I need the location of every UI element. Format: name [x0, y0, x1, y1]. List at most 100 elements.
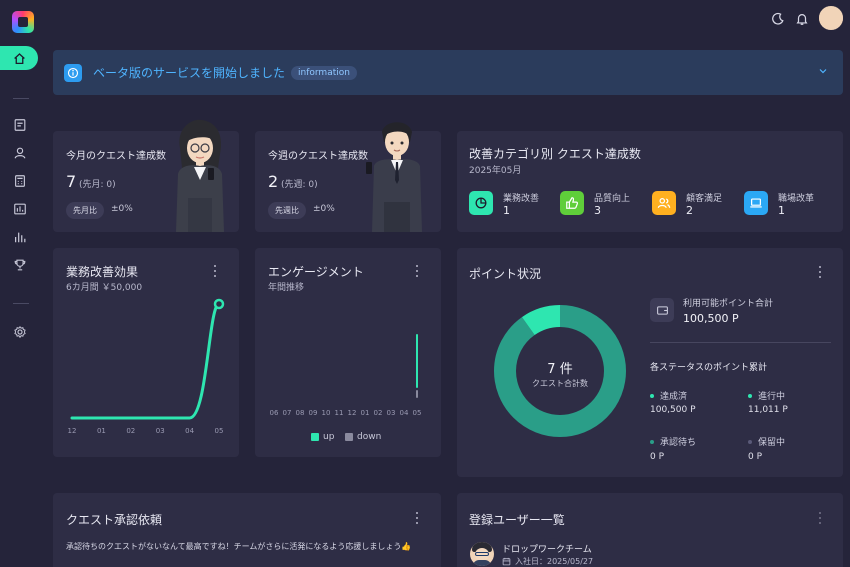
notification-button[interactable] [793, 10, 811, 28]
nav-home[interactable] [0, 46, 38, 70]
laptop-icon [744, 191, 768, 215]
effect-line-chart: 12 01 02 03 04 05 [68, 298, 225, 435]
category-label: 顧客満足 [686, 194, 723, 204]
app-logo[interactable] [12, 11, 34, 33]
legend-up[interactable]: up [311, 432, 334, 442]
nav-divider [13, 98, 29, 99]
card-title: 登録ユーザー一覧 [469, 513, 565, 527]
nav-calculator[interactable] [12, 173, 28, 189]
effect-card: 業務改善効果 6カ月間 ￥50,000 12 01 02 03 04 05 [53, 248, 239, 457]
gear-icon [14, 325, 26, 339]
sidebar [0, 0, 42, 567]
trophy-icon [14, 259, 26, 271]
nav-chart[interactable] [12, 229, 28, 245]
category-value: 2 [686, 204, 693, 217]
change-percent: ±0% [313, 204, 335, 214]
divider [650, 342, 831, 343]
x-tick-label: 05 [215, 427, 224, 435]
weekly-count: 2 [268, 172, 279, 191]
legend-down[interactable]: down [345, 432, 381, 442]
businesswoman-illustration [176, 119, 224, 232]
calendar-icon [502, 557, 511, 566]
bar-up [416, 334, 418, 388]
bar-chart-icon [15, 232, 26, 243]
x-tick-label: 02 [374, 409, 383, 417]
banner-chip: information [291, 65, 357, 80]
approval-request-card: クエスト承認依頼 承認待ちのクエストがないなんて最高ですね！チームがさらに活発に… [53, 493, 441, 567]
category-label: 業務改善 [503, 194, 540, 204]
x-tick-label: 12 [348, 409, 357, 417]
user-avatar[interactable] [470, 542, 494, 566]
monthly-count: 7 [66, 172, 77, 191]
status-value-on-hold: 0 P [748, 452, 763, 462]
card-title: 今月のクエスト達成数 [66, 151, 166, 162]
user-name[interactable]: ドロップワークチーム [502, 542, 592, 555]
beta-banner[interactable]: ベータ版のサービスを開始しました information [53, 50, 843, 95]
legend-down-label: down [357, 432, 382, 442]
pie-chart-icon [469, 191, 493, 215]
donut-center-label: クエスト合計数 [532, 379, 588, 388]
moon-icon [772, 12, 784, 25]
x-tick-label: 04 [185, 427, 194, 435]
more-menu-button[interactable] [817, 511, 823, 525]
nav-trophy[interactable] [12, 257, 28, 273]
document-icon [14, 119, 26, 131]
series-line [70, 302, 221, 420]
more-menu-button[interactable] [414, 511, 420, 525]
wallet-icon [650, 298, 674, 322]
online-status-dot [819, 6, 843, 30]
bell-icon [796, 14, 808, 25]
theme-toggle-button[interactable] [769, 10, 787, 28]
status-label-achieved: 達成済 [650, 389, 687, 402]
category-value: 1 [778, 204, 785, 217]
home-icon [13, 52, 25, 64]
x-tick-label: 01 [361, 409, 370, 417]
nav-report[interactable] [12, 201, 28, 217]
legend-up-label: up [323, 432, 335, 442]
calculator-icon [15, 175, 25, 187]
category-item: 顧客満足 2 [652, 191, 722, 217]
compare-pill: 先週比 [268, 202, 306, 219]
engagement-card: エンゲージメント 年間推移 06 07 08 09 10 11 12 01 02 03 04 05 u… [255, 248, 441, 457]
monthly-previous: (先月: 0) [79, 180, 116, 190]
nav-divider [13, 303, 29, 304]
points-card: ポイント状況 7 件 クエスト合計数 利用可能ポイント合計 100,500 P … [457, 248, 843, 477]
data-point [213, 298, 225, 310]
user-icon [14, 147, 26, 159]
report-icon [14, 203, 26, 215]
x-tick-label: 05 [413, 409, 422, 417]
status-value-achieved: 100,500 P [650, 405, 696, 415]
x-tick-label: 03 [156, 427, 165, 435]
category-item: 業務改善 1 [469, 191, 539, 217]
nav-user[interactable] [12, 145, 28, 161]
engagement-bar-chart: 06 07 08 09 10 11 12 01 02 03 04 05 [270, 334, 422, 417]
x-tick-label: 03 [387, 409, 396, 417]
category-item: 職場改革 1 [744, 191, 814, 217]
status-label-pending: 承認待ち [650, 435, 696, 448]
category-label: 職場改革 [778, 194, 815, 204]
status-value-in-progress: 11,011 P [748, 405, 788, 415]
banner-title: ベータ版のサービスを開始しました [93, 66, 286, 80]
status-value-pending: 0 P [650, 452, 665, 462]
category-value: 3 [594, 204, 601, 217]
registered-users-card: 登録ユーザー一覧 ドロップワークチーム 入社日：2025/05/27 [457, 493, 843, 567]
category-value: 1 [503, 204, 510, 217]
info-icon [64, 63, 82, 82]
x-tick-label: 06 [270, 409, 279, 417]
x-tick-label: 04 [400, 409, 409, 417]
weekly-previous: (先週: 0) [281, 180, 318, 190]
x-tick-label: 01 [97, 427, 106, 435]
x-tick-label: 08 [296, 409, 305, 417]
x-tick-label: 12 [68, 427, 77, 435]
status-points-title: 各ステータスのポイント累計 [650, 363, 768, 373]
card-title: クエスト承認依頼 [66, 513, 163, 527]
chevron-down-icon[interactable] [817, 65, 829, 77]
nav-settings[interactable] [12, 324, 28, 340]
status-label-in-progress: 進行中 [748, 389, 785, 402]
category-label: 品質向上 [594, 194, 631, 204]
available-points-label: 利用可能ポイント合計 [683, 299, 774, 309]
compare-pill: 先月比 [66, 202, 104, 219]
businessman-illustration [366, 122, 422, 232]
users-icon [652, 191, 676, 215]
nav-document[interactable] [12, 117, 28, 133]
